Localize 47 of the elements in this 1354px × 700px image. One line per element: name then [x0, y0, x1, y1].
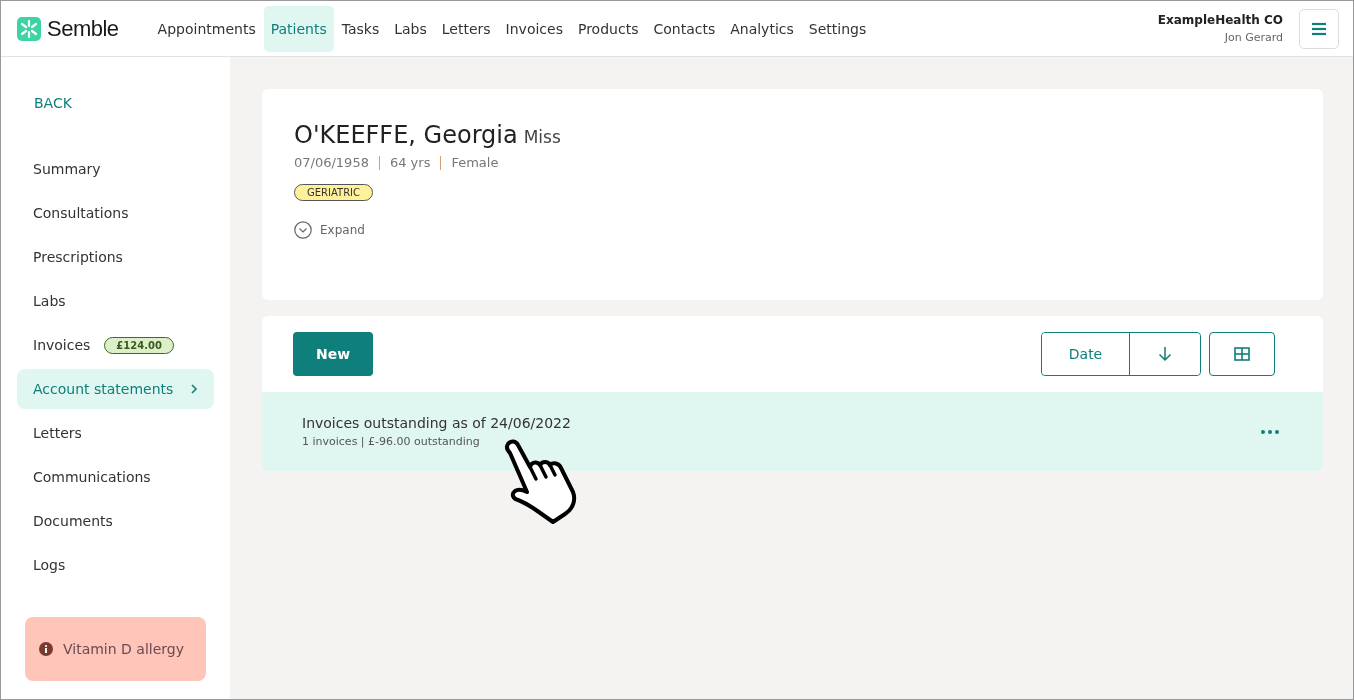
sidebar-item-label: Logs: [33, 557, 66, 573]
user-name: Jon Gerard: [1224, 31, 1283, 44]
nav-tab[interactable]: Tasks: [334, 5, 387, 52]
patient-tag: GERIATRIC: [294, 184, 374, 201]
back-link[interactable]: BACK: [17, 95, 214, 111]
sidebar-item[interactable]: Consultations: [17, 193, 214, 233]
nav-tab[interactable]: Settings: [801, 5, 874, 52]
patient-title: Miss: [523, 127, 561, 147]
nav-tab[interactable]: Letters: [434, 5, 498, 52]
statement-summary: 1 invoices | £-96.00 outstanding: [302, 435, 481, 448]
new-button[interactable]: New: [293, 332, 373, 376]
sidebar-item[interactable]: Invoices £124.00: [17, 325, 214, 365]
sidebar-item-label: Letters: [33, 425, 82, 441]
sidebar-item[interactable]: Prescriptions: [17, 237, 214, 277]
sort-field-button[interactable]: Date: [1042, 333, 1130, 375]
nav-tab[interactable]: Contacts: [646, 5, 723, 52]
nav-tab[interactable]: Invoices: [498, 5, 570, 52]
sidebar-item-label: Communications: [33, 469, 151, 485]
sidebar-item-label: Documents: [33, 513, 113, 529]
statement-title: Invoices outstanding as of 24/06/2022: [302, 415, 572, 431]
sidebar-item-label: Labs: [33, 293, 66, 309]
nav-tab[interactable]: Products: [570, 5, 646, 52]
sidebar-item[interactable]: Letters: [17, 413, 214, 453]
brand-name: Semble: [47, 15, 119, 42]
nav-tab[interactable]: Labs: [387, 5, 434, 52]
amount-badge: £124.00: [104, 336, 174, 354]
sidebar-item-label: Summary: [33, 161, 101, 177]
patient-detail: 07/06/1958: [294, 155, 369, 170]
patient-detail: Female: [451, 155, 499, 170]
organisation-name: ExampleHealth CO: [1157, 13, 1283, 27]
sidebar-item[interactable]: Summary: [17, 149, 214, 189]
patient-name: O'KEEFFE, Georgia: [294, 121, 518, 149]
alert-text: Vitamin D allergy: [63, 641, 184, 657]
sidebar-item[interactable]: Account statements: [17, 369, 214, 409]
sidebar-item[interactable]: Documents: [17, 501, 214, 541]
sidebar-item[interactable]: Communications: [17, 457, 214, 497]
nav-tab[interactable]: Patients: [263, 5, 334, 52]
sidebar-item-label: Invoices: [33, 337, 91, 353]
sidebar-item-label: Consultations: [33, 205, 129, 221]
sidebar-item-label: Prescriptions: [33, 249, 123, 265]
sidebar-item[interactable]: Labs: [17, 281, 214, 321]
sidebar-item-label: Account statements: [33, 381, 174, 397]
patient-detail: 64 yrs: [389, 155, 431, 170]
expand-link[interactable]: Expand: [294, 221, 1291, 239]
nav-tab[interactable]: Analytics: [723, 5, 801, 52]
nav-tab[interactable]: Appointments: [150, 5, 263, 52]
sidebar-item[interactable]: Logs: [17, 545, 214, 585]
